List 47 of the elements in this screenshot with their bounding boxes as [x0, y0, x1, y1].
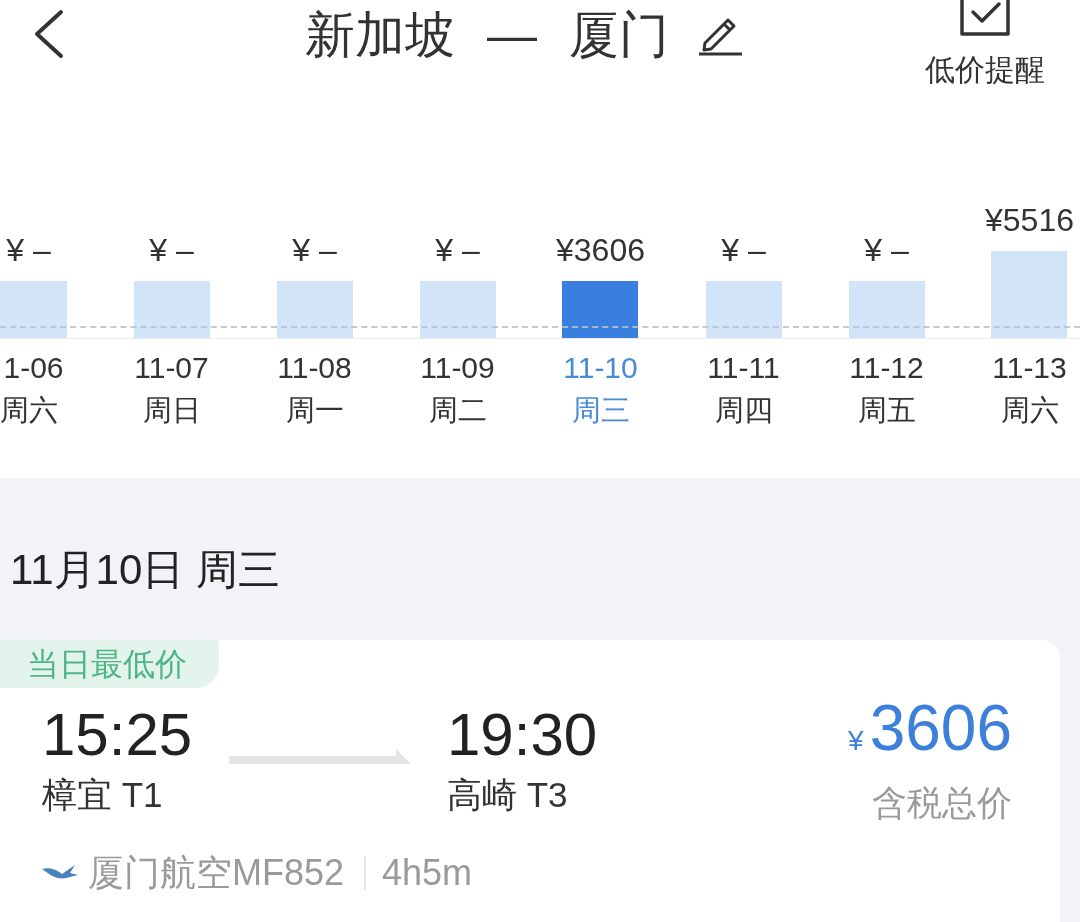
- weekday-label[interactable]: 周三: [571, 389, 630, 431]
- price-label: ¥ –: [864, 232, 909, 269]
- price-label: ¥ –: [435, 232, 480, 269]
- route-title: 新加坡 — 厦门: [305, 6, 669, 65]
- price-bar[interactable]: [562, 281, 639, 338]
- date-label[interactable]: 11-08: [277, 338, 352, 389]
- price-label: ¥ –: [292, 232, 337, 269]
- flight-card[interactable]: 当日最低价 15:25 樟宜 T1 19:30 高崎 T3 ¥3606 含税总价 厦门航空MF852 4h5m: [0, 640, 1060, 922]
- weekday-label[interactable]: 周四: [714, 389, 773, 431]
- arrival-time: 19:30: [447, 703, 598, 767]
- price-alert-button[interactable]: 低价提醒: [925, 0, 1045, 88]
- weekday-label[interactable]: 周六: [0, 389, 58, 431]
- price-label: ¥ –: [149, 232, 194, 269]
- price-label: ¥3606: [556, 232, 645, 269]
- price-bar[interactable]: [419, 281, 496, 338]
- weekday-label[interactable]: 周一: [285, 389, 344, 431]
- price-label: ¥5516: [985, 202, 1074, 238]
- date-label[interactable]: 11-12: [849, 338, 924, 389]
- date-label[interactable]: 11-11: [707, 338, 780, 389]
- date-label[interactable]: 11-07: [134, 338, 209, 389]
- weekday-label[interactable]: 周六: [1000, 389, 1059, 431]
- weekday-label[interactable]: 周日: [142, 389, 201, 431]
- price-label: ¥ –: [721, 232, 766, 269]
- price-amount: ¥3606: [848, 703, 1012, 766]
- arrow-icon: [229, 748, 410, 766]
- price-note: 含税总价: [872, 782, 1012, 824]
- price-bar[interactable]: [705, 281, 782, 338]
- price-bar[interactable]: [991, 251, 1068, 338]
- departure-airport: 樟宜 T1: [42, 774, 163, 816]
- date-heading: 11月10日 周三: [9, 545, 280, 595]
- price-bar[interactable]: [276, 281, 353, 338]
- date-label[interactable]: 11-09: [420, 338, 495, 389]
- price-bar[interactable]: [0, 281, 67, 338]
- date-label[interactable]: 11-10: [563, 338, 638, 389]
- weekday-label[interactable]: 周二: [428, 389, 487, 431]
- price-bar[interactable]: [133, 281, 210, 338]
- date-label[interactable]: 11-13: [992, 338, 1067, 389]
- arrival-airport: 高崎 T3: [447, 774, 568, 816]
- flight-number: 厦门航空MF852: [88, 850, 345, 895]
- departure-time: 15:25: [42, 703, 193, 767]
- date-label[interactable]: 1-06: [0, 338, 64, 389]
- price-bar[interactable]: [848, 281, 925, 338]
- check-box-icon: [959, 0, 1011, 37]
- price-label: ¥ –: [6, 232, 51, 269]
- flight-duration: 4h5m: [382, 852, 473, 894]
- lowest-price-tag: 当日最低价: [0, 640, 219, 688]
- weekday-label[interactable]: 周五: [857, 389, 916, 431]
